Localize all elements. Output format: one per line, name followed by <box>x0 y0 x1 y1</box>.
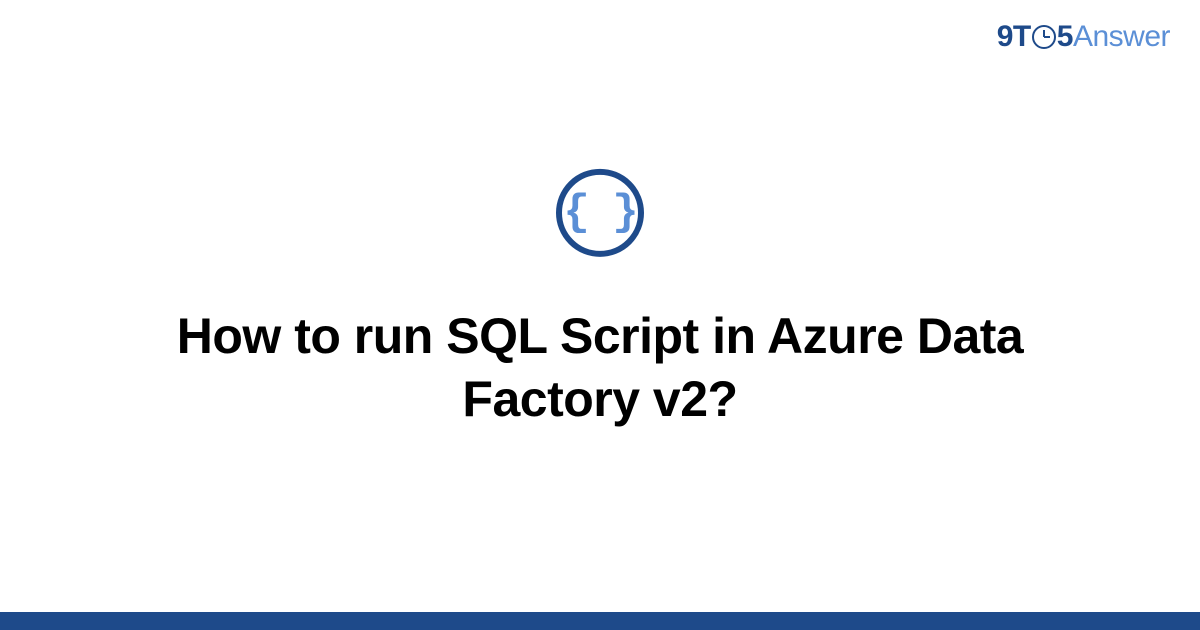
logo-middle: 5 <box>1057 20 1073 54</box>
header: 9T 5 Answer <box>997 20 1170 54</box>
code-braces-icon: { } <box>556 169 644 257</box>
main-content: { } How to run SQL Script in Azure Data … <box>0 169 1200 430</box>
logo-prefix: 9T <box>997 20 1031 54</box>
footer-accent-bar <box>0 612 1200 630</box>
clock-icon <box>1032 25 1056 49</box>
site-logo[interactable]: 9T 5 Answer <box>997 20 1170 54</box>
braces-glyph: { } <box>563 188 636 238</box>
question-title: How to run SQL Script in Azure Data Fact… <box>120 305 1080 430</box>
logo-suffix: Answer <box>1073 20 1170 54</box>
